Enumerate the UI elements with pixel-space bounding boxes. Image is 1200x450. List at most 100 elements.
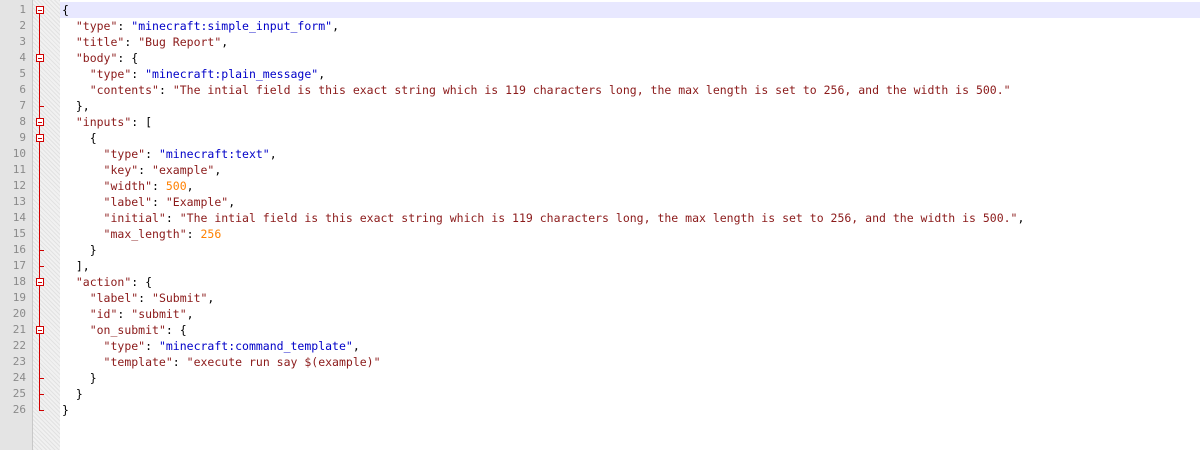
line-code[interactable]: "type": "minecraft:text", [62,146,277,162]
code-token: : [138,291,153,305]
fold-toggle-icon[interactable] [36,6,44,14]
fold-end-marker [39,250,44,251]
fold-toggle-icon[interactable] [36,54,44,62]
line-code[interactable]: "initial": "The intial field is this exa… [62,210,1025,226]
code-line[interactable]: 15 "max_length": 256 [0,226,1200,242]
code-token: : [145,147,159,161]
line-code[interactable]: } [62,242,97,258]
line-number: 14 [12,211,26,224]
code-token: { [62,3,69,17]
code-line[interactable]: 4 "body": { [0,50,1200,66]
code-token: : { [165,323,187,337]
code-line[interactable]: 8 "inputs": [ [0,114,1200,130]
code-token: , [228,195,236,209]
code-token: , [221,35,229,49]
line-code[interactable]: { [62,130,97,146]
code-line[interactable]: 7 }, [0,98,1200,114]
line-number: 1 [19,3,26,16]
line-code[interactable]: } [62,402,69,418]
code-line[interactable]: 26} [0,402,1200,418]
line-number: 18 [12,275,26,288]
code-line[interactable]: 19 "label": "Submit", [0,290,1200,306]
line-number: 26 [12,403,26,416]
code-line[interactable]: 2 "type": "minecraft:simple_input_form", [0,18,1200,34]
code-token: : [152,179,166,193]
line-code[interactable]: "body": { [62,50,138,66]
code-line[interactable]: 10 "type": "minecraft:text", [0,146,1200,162]
code-line[interactable]: 14 "initial": "The intial field is this … [0,210,1200,226]
code-line[interactable]: 25 } [0,386,1200,402]
line-code[interactable]: "contents": "The intial field is this ex… [62,82,1011,98]
code-line[interactable]: 11 "key": "example", [0,162,1200,178]
line-code[interactable]: "label": "Submit", [62,290,215,306]
code-token: "Bug Report" [138,35,222,49]
fold-end-marker [39,410,44,411]
code-line[interactable]: 23 "template": "execute run say $(exampl… [0,354,1200,370]
code-line[interactable]: 22 "type": "minecraft:command_template", [0,338,1200,354]
line-code[interactable]: ], [62,258,90,274]
code-token: , [352,339,360,353]
line-code[interactable]: "id": "submit", [62,306,194,322]
code-token: "width" [103,179,153,193]
code-token: "on_submit" [89,323,166,337]
line-code[interactable]: }, [62,98,90,114]
line-code[interactable]: { [62,2,69,18]
code-line[interactable]: 21 "on_submit": { [0,322,1200,338]
line-code[interactable]: "max_length": 256 [62,226,222,242]
code-token: } [89,371,97,385]
line-code[interactable]: "type": "minecraft:command_template", [62,338,360,354]
code-line[interactable]: 6 "contents": "The intial field is this … [0,82,1200,98]
fold-toggle-icon[interactable] [36,326,44,334]
line-number: 4 [19,51,26,64]
line-code[interactable]: "title": "Bug Report", [62,34,228,50]
line-code[interactable]: "on_submit": { [62,322,187,338]
code-token: : [172,355,187,369]
fold-toggle-icon[interactable] [36,118,44,126]
code-token: "minecraft:command_template" [158,339,353,353]
code-token: "key" [103,163,139,177]
code-token: , [214,163,222,177]
line-number: 7 [19,99,26,112]
line-code[interactable]: "type": "minecraft:plain_message", [62,66,325,82]
code-token: 500 [165,179,187,193]
fold-toggle-icon[interactable] [36,134,44,142]
code-token: "minecraft:text" [158,147,270,161]
line-number: 10 [12,147,26,160]
code-line[interactable]: 9 { [0,130,1200,146]
code-token: , [186,307,194,321]
code-line[interactable]: 16 } [0,242,1200,258]
code-line[interactable]: 24 } [0,370,1200,386]
code-token: , [318,67,326,81]
line-code[interactable]: "template": "execute run say $(example)" [62,354,381,370]
line-code[interactable]: "action": { [62,274,152,290]
code-token: "label" [103,195,153,209]
line-code[interactable]: "inputs": [ [62,114,152,130]
line-number: 12 [12,179,26,192]
line-code[interactable]: "label": "Example", [62,194,236,210]
code-line[interactable]: 17 ], [0,258,1200,274]
code-line[interactable]: 3 "title": "Bug Report", [0,34,1200,50]
line-code[interactable]: "width": 500, [62,178,194,194]
code-editor[interactable]: 1{2 "type": "minecraft:simple_input_form… [0,0,1200,450]
line-number: 5 [19,67,26,80]
code-token: "action" [75,275,132,289]
code-line[interactable]: 13 "label": "Example", [0,194,1200,210]
code-token: : [131,67,146,81]
code-token: ], [75,259,90,273]
code-token: : [165,211,180,225]
code-line[interactable]: 20 "id": "submit", [0,306,1200,322]
code-token: "initial" [103,211,166,225]
code-line[interactable]: 1{ [0,2,1200,18]
line-code[interactable]: "type": "minecraft:simple_input_form", [62,18,339,34]
line-code[interactable]: } [62,370,97,386]
code-line[interactable]: 12 "width": 500, [0,178,1200,194]
code-line[interactable]: 18 "action": { [0,274,1200,290]
fold-toggle-icon[interactable] [36,278,44,286]
code-line[interactable]: 5 "type": "minecraft:plain_message", [0,66,1200,82]
line-code[interactable]: "key": "example", [62,162,222,178]
line-number: 6 [19,83,26,96]
code-token: : [186,227,201,241]
code-token: "contents" [89,83,159,97]
line-code[interactable]: } [62,386,83,402]
line-number: 20 [12,307,26,320]
